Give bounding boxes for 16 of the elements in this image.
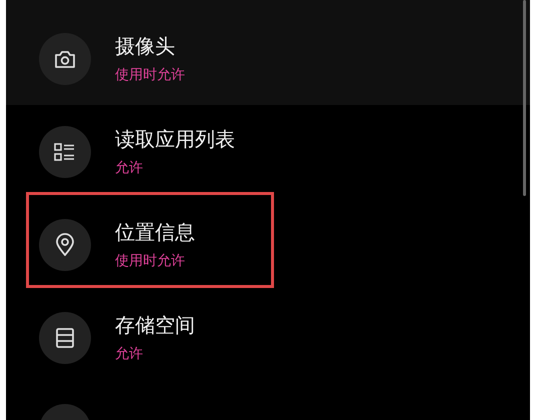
permission-title: 摄像头 xyxy=(115,34,176,58)
permission-title: 读取应用列表 xyxy=(115,126,235,150)
location-pin-icon xyxy=(55,232,75,256)
permission-row[interactable]: 摄像头 使用时允许 xyxy=(6,0,530,105)
camera-icon xyxy=(54,48,76,68)
permission-status: 允许 xyxy=(115,346,144,362)
permission-row[interactable]: 位置信息 使用时允许 xyxy=(6,198,530,291)
permission-row[interactable]: 存储空间 允许 xyxy=(6,291,530,384)
permission-title: 位置信息 xyxy=(115,220,195,244)
list-icon xyxy=(54,142,76,162)
permission-status: 使用时允许 xyxy=(115,66,185,84)
permission-status: 允许 xyxy=(115,160,144,176)
storage-icon xyxy=(55,326,75,348)
permission-status: 使用时允许 xyxy=(115,252,186,270)
permission-row[interactable]: 读取应用列表 允许 xyxy=(6,105,530,198)
permission-title: 存储空间 xyxy=(115,312,195,336)
